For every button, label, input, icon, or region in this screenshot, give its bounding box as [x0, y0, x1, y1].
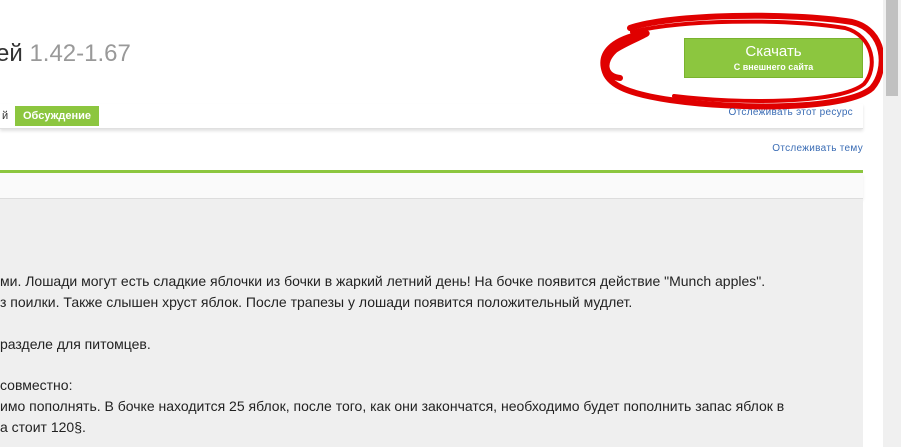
page-scrollbar[interactable]: [883, 0, 901, 447]
post-line: совместно:: [0, 377, 73, 393]
page-title: ей 1.42-1.67: [0, 40, 131, 68]
post-line: имо пополнять. В бочке находится 25 ябло…: [0, 398, 785, 414]
tab-previous[interactable]: й: [0, 106, 12, 126]
post-line: ми. Лошади могут есть сладкие яблочки из…: [0, 273, 766, 289]
post-line: з поилки. Также слышен хруст яблок. Посл…: [0, 294, 633, 310]
post-body: ми. Лошади могут есть сладкие яблочки из…: [0, 199, 863, 447]
watch-resource-link[interactable]: Отслеживать этот ресурс: [729, 107, 853, 118]
resource-title-fragment: ей: [0, 40, 23, 67]
scrollbar-thumb[interactable]: [886, 0, 898, 96]
download-button[interactable]: Скачать С внешнего сайта: [684, 38, 863, 78]
resource-version: 1.42-1.67: [29, 40, 131, 67]
download-button-label: Скачать: [745, 43, 802, 60]
post-line: разделе для питомцев.: [0, 336, 151, 352]
post-header-bar: [0, 173, 863, 199]
watch-thread-link[interactable]: Отслеживать тему: [772, 143, 863, 154]
tab-discussion[interactable]: Обсуждение: [15, 106, 99, 126]
download-button-sublabel: С внешнего сайта: [733, 62, 814, 72]
post-line: а стоит 120§.: [0, 419, 86, 435]
